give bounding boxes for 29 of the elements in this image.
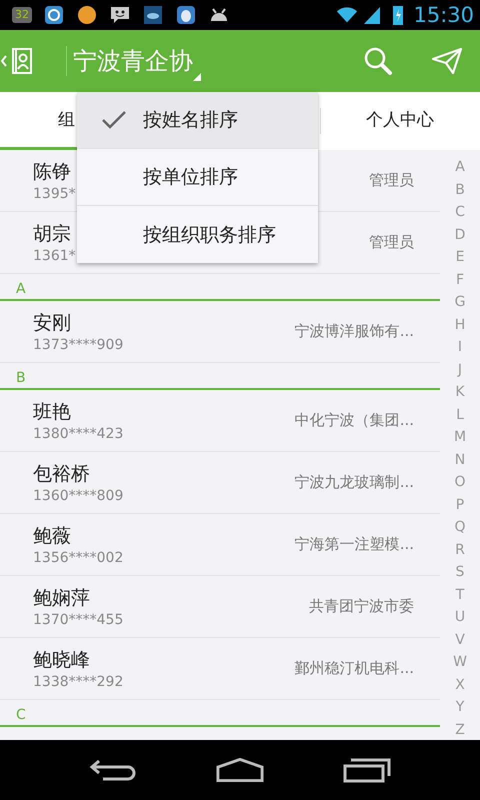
contact-organization: 管理员: [369, 233, 414, 252]
contact-organization: 宁波博洋服饰有...: [294, 322, 414, 341]
contact-name: 安刚: [33, 310, 71, 336]
contact-organization: 鄞州稳汀机电科...: [294, 659, 414, 678]
contact-phone: 1361*: [33, 246, 76, 264]
contact-name: 包裕桥: [33, 462, 90, 486]
contact-organization: 宁波九龙玻璃制...: [294, 473, 414, 492]
contact-phone: 1373****909: [33, 336, 124, 354]
contact-phone: 1380****423: [33, 424, 124, 442]
contact-phone: 1356****002: [33, 548, 124, 566]
contact-name: 鲍娴萍: [33, 586, 90, 610]
contact-name: 陈铮: [33, 160, 71, 184]
section-letter: B: [16, 369, 26, 388]
contact-name: 鲍晓峰: [33, 648, 90, 672]
contact-name: 鲍薇: [33, 524, 71, 548]
contact-organization: 中化宁波（集团...: [294, 411, 414, 430]
contact-name: 胡宗: [33, 222, 71, 246]
contact-name: 班艳: [33, 400, 71, 424]
contact-organization: 宁海第一注塑模...: [294, 535, 414, 554]
contact-organization: 管理员: [369, 171, 414, 190]
contact-phone: 1370****455: [33, 610, 124, 628]
notification-badge: 32: [12, 7, 32, 23]
contact-phone: 1338****292: [33, 672, 124, 690]
clock: 15:30: [413, 3, 474, 27]
contact-phone: 1360****809: [33, 486, 124, 504]
contact-organization: 共青团宁波市委: [309, 597, 414, 616]
section-letter: C: [16, 706, 26, 725]
contact-phone: 1395*: [33, 184, 76, 202]
section-letter: A: [16, 280, 26, 299]
